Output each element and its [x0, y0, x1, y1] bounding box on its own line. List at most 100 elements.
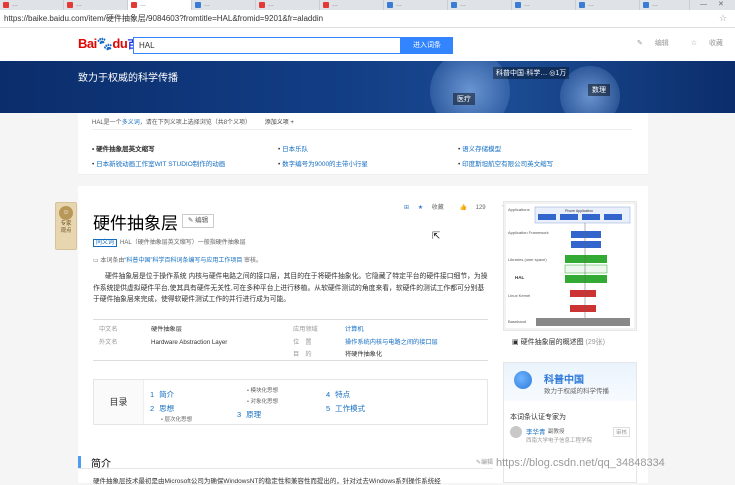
certified-expert-label: 本词条认证专家为 — [510, 414, 566, 421]
info-value: Hardware Abstraction Layer — [151, 339, 228, 346]
image-caption[interactable]: ▣ 硬件抽象层的概述图 (29张) — [512, 337, 605, 347]
toc-subitem[interactable]: 模块化思想 — [247, 386, 278, 394]
polysemy-item[interactable]: 语义存储模型 — [458, 143, 501, 153]
gallery-icon: ▣ — [512, 339, 519, 346]
tab-favicon-icon — [387, 2, 393, 8]
info-value-link[interactable]: 计算机 — [345, 326, 364, 333]
info-value-link[interactable]: 操作系统内核与电路之间的接口层 — [345, 339, 438, 346]
info-key: 应用领域 — [293, 326, 318, 333]
page-title: 硬件抽象层 — [93, 214, 178, 233]
edit-link-label: 编辑 — [654, 40, 669, 47]
hal-architecture-diagram[interactable]: Applications Phone Application Applicati… — [503, 201, 637, 331]
tab-favicon-icon — [3, 2, 9, 8]
favorite-action[interactable]: ★ 收藏 — [418, 205, 451, 211]
toc-item[interactable]: 1 简介 — [150, 389, 174, 400]
section-title: 简介 — [91, 459, 111, 470]
browser-tab[interactable]: … — [320, 0, 384, 10]
section-edit-label: 编辑 — [480, 460, 493, 466]
info-row: 外文名 Hardware Abstraction Layer — [99, 337, 227, 346]
mouse-cursor-icon: ⇱ — [432, 231, 441, 242]
browser-tab[interactable]: … — [192, 0, 256, 10]
polysemy-item[interactable]: 印度斯坦航空有限公司英文缩写 — [458, 158, 553, 168]
banner-tag-math[interactable]: 数理 — [588, 84, 610, 96]
paw-icon: 🐾 — [96, 36, 113, 51]
browser-tab[interactable]: … — [384, 0, 448, 10]
review-prefix: 本词条由 — [100, 258, 125, 264]
section-text: 硬件抽象层技术最初是由Microsoft公司为确保WindowsNT的稳定性和兼… — [93, 478, 441, 485]
info-row: 中文名 硬件抽象层 — [99, 324, 182, 333]
toc-item[interactable]: 3 原理 — [237, 409, 261, 420]
browser-tab-strip: … … … … … … … … … … … — ✕ — [0, 0, 735, 10]
browser-tab[interactable]: … — [256, 0, 320, 10]
diagram-label: Application Framework — [508, 230, 549, 235]
info-value: 硬件抽象层 — [151, 326, 182, 333]
thumbs-up-icon: 👍 — [459, 205, 467, 211]
enter-entry-button[interactable]: 进入词条 — [401, 37, 453, 54]
toc-item[interactable]: 4 特点 — [326, 389, 350, 400]
synonym-text: HAL（硬件抽象层英文缩写）一般指硬件抽象层 — [120, 240, 246, 246]
info-key: 外文名 — [99, 339, 118, 346]
synonym-tag[interactable]: 同义词 — [93, 239, 118, 247]
browser-tab[interactable]: … — [640, 0, 690, 10]
browser-tab[interactable]: … — [128, 0, 192, 10]
toc-subitem[interactable]: 层次化思想 — [161, 415, 192, 423]
polysemy-link[interactable]: 多义词 — [122, 120, 140, 126]
section-edit-button[interactable]: ✎编辑 — [476, 457, 493, 466]
kepu-slogan: 致力于权威的科学传播 — [544, 388, 609, 395]
tab-favicon-icon — [515, 2, 521, 8]
edit-entry-button[interactable]: ✎ 编辑 — [182, 214, 214, 228]
address-bar[interactable]: https://baike.baidu.com/item/硬件抽象层/90846… — [0, 10, 735, 28]
caption-count: (29张) — [585, 339, 605, 346]
toc-number: 1 — [150, 390, 155, 399]
info-row: 应用领域 计算机 — [293, 324, 364, 333]
polysemy-item[interactable]: 数字编号为9000的主带小行星 — [278, 158, 368, 168]
like-action[interactable]: 👍 129 — [459, 205, 492, 211]
polysemy-item[interactable]: 日本乐队 — [278, 143, 308, 153]
browser-tab[interactable]: … — [64, 0, 128, 10]
browser-tab[interactable]: … — [576, 0, 640, 10]
toc-title: 简介 — [159, 390, 175, 399]
tab-favicon-icon — [451, 2, 457, 8]
toc-item[interactable]: 5 工作模式 — [326, 403, 365, 414]
toc-number: 2 — [150, 404, 155, 413]
info-row: 目 的 将硬件抽象化 — [293, 349, 382, 358]
close-icon[interactable]: ✕ — [718, 0, 724, 10]
expert-organization: 西南大学电子信息工程学院 — [526, 438, 593, 444]
edit-link[interactable]: ✎ 编辑 — [627, 40, 669, 47]
science-banner: 致力于权威的科学传播 科普中国·科学… ◎1万 医疗 数理 — [0, 61, 735, 113]
tab-favicon-icon — [259, 2, 265, 8]
browser-tab[interactable]: … — [0, 0, 64, 10]
add-meaning-button[interactable]: 添加义项 + — [265, 120, 294, 126]
search-input[interactable]: HAL — [133, 37, 401, 54]
tab-favicon-icon — [131, 2, 137, 8]
toc-subitem[interactable]: 对象化思想 — [247, 397, 278, 405]
polysemy-item[interactable]: 日本新锐动画工作室WIT STUDIO制作的动画 — [92, 158, 225, 168]
toc-title: 思想 — [159, 404, 175, 413]
bookmark-star-icon[interactable]: ☆ — [719, 13, 727, 24]
tab-favicon-icon — [579, 2, 585, 8]
toc-title: 工作模式 — [335, 404, 366, 413]
science-project-link[interactable]: “科普中国”科学百科词条编写与应用工作项目 — [124, 258, 242, 264]
plus-icon[interactable]: ⊞ — [404, 205, 409, 211]
avatar[interactable] — [510, 426, 522, 438]
toc-item[interactable]: 2 思想 — [150, 403, 174, 414]
minimize-icon[interactable]: — — [700, 0, 707, 10]
tab-favicon-icon — [643, 2, 649, 8]
banner-tag-medical[interactable]: 医疗 — [453, 93, 475, 105]
edit-entry-label: 编辑 — [195, 217, 209, 224]
tab-favicon-icon — [195, 2, 201, 8]
pencil-icon: ✎ — [636, 40, 643, 47]
browser-tab[interactable]: … — [512, 0, 576, 10]
expert-view-badge[interactable]: ☺ 专家 观点 — [55, 202, 77, 250]
favorite-link[interactable]: ☆ 收藏 — [681, 40, 723, 47]
browser-tab[interactable]: … — [448, 0, 512, 10]
info-key: 位 置 — [293, 339, 312, 346]
expert-name[interactable]: 李华青 — [526, 426, 546, 436]
url-text[interactable]: https://baike.baidu.com/item/硬件抽象层/90846… — [4, 13, 323, 24]
diagram-label: Libraries (user space) — [508, 257, 547, 262]
banner-tag[interactable]: 科普中国·科学… ◎1万 — [493, 67, 570, 79]
polysemy-intro: HAL是一个多义词，请在下列义项上选择浏览（共8个义项） 添加义项 + — [92, 117, 632, 130]
toc-title: 原理 — [246, 410, 262, 419]
diagram-label: Baseband — [508, 319, 526, 324]
basic-info-box: 中文名 硬件抽象层 外文名 Hardware Abstraction Layer 应… — [93, 319, 488, 361]
